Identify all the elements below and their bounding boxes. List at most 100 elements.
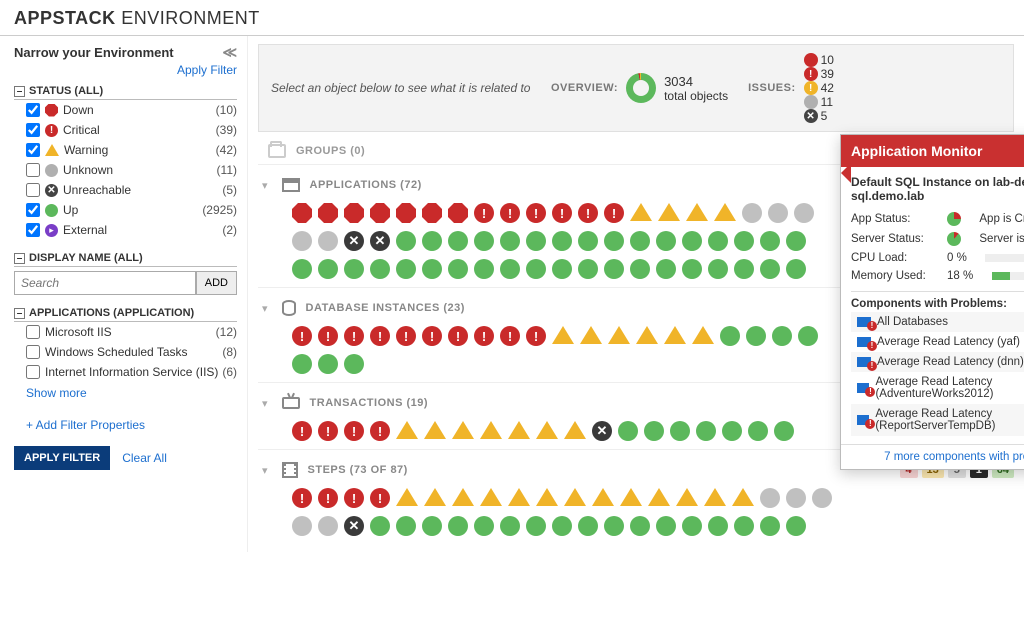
issue-item[interactable]: !39 [804, 67, 834, 81]
node-up[interactable] [604, 231, 624, 251]
node-warning[interactable] [620, 488, 642, 506]
app-checkbox[interactable] [26, 345, 40, 359]
node-warning[interactable] [658, 203, 680, 221]
node-critical[interactable]: ! [578, 203, 598, 223]
node-up[interactable] [474, 516, 494, 536]
node-up[interactable] [734, 516, 754, 536]
node-up[interactable] [708, 259, 728, 279]
node-critical[interactable]: ! [318, 488, 338, 508]
node-warning[interactable] [704, 488, 726, 506]
node-critical[interactable]: ! [344, 421, 364, 441]
status-filter-row[interactable]: !Critical (39) [14, 120, 237, 140]
node-up[interactable] [670, 421, 690, 441]
node-warning[interactable] [452, 421, 474, 439]
status-filter-row[interactable]: ✕Unreachable (5) [14, 180, 237, 200]
node-up[interactable] [604, 259, 624, 279]
node-warning[interactable] [564, 488, 586, 506]
node-up[interactable] [422, 259, 442, 279]
node-warning[interactable] [396, 488, 418, 506]
node-warning[interactable] [686, 203, 708, 221]
status-filter-row[interactable]: Down (10) [14, 100, 237, 120]
node-up[interactable] [578, 516, 598, 536]
node-up[interactable] [474, 231, 494, 251]
node-up[interactable] [630, 231, 650, 251]
status-checkbox[interactable] [26, 203, 40, 217]
app-filter-row[interactable]: Internet Information Service (IIS) (6) [14, 362, 237, 382]
node-critical[interactable]: ! [318, 421, 338, 441]
app-filter-row[interactable]: Microsoft IIS (12) [14, 322, 237, 342]
node-unknown[interactable] [760, 488, 780, 508]
node-warning[interactable] [636, 326, 658, 344]
node-warning[interactable] [424, 488, 446, 506]
status-filter-row[interactable]: ▸External (2) [14, 220, 237, 240]
node-up[interactable] [696, 421, 716, 441]
node-up[interactable] [682, 259, 702, 279]
node-unreachable[interactable]: ✕ [344, 231, 364, 251]
node-up[interactable] [422, 231, 442, 251]
node-warning[interactable] [508, 488, 530, 506]
node-warning[interactable] [592, 488, 614, 506]
node-unreachable[interactable]: ✕ [370, 231, 390, 251]
node-up[interactable] [760, 516, 780, 536]
component-problem-row[interactable]: Average Read Latency (AdventureWorks2012… [851, 372, 1024, 404]
app-filter-row[interactable]: Windows Scheduled Tasks (8) [14, 342, 237, 362]
facet-applications-title[interactable]: – APPLICATIONS (APPLICATION) [14, 305, 237, 322]
node-warning[interactable] [552, 326, 574, 344]
node-unknown[interactable] [812, 488, 832, 508]
component-problem-row[interactable]: Average Read Latency (dnn) [851, 352, 1024, 372]
node-unknown[interactable] [318, 231, 338, 251]
node-up[interactable] [722, 421, 742, 441]
node-up[interactable] [656, 231, 676, 251]
node-critical[interactable]: ! [292, 488, 312, 508]
node-up[interactable] [720, 326, 740, 346]
node-up[interactable] [734, 259, 754, 279]
node-critical[interactable]: ! [292, 421, 312, 441]
node-up[interactable] [578, 259, 598, 279]
node-unknown[interactable] [292, 231, 312, 251]
facet-displayname-title[interactable]: – DISPLAY NAME (ALL) [14, 250, 237, 267]
node-up[interactable] [448, 231, 468, 251]
show-more-link[interactable]: Show more [14, 382, 87, 404]
node-down[interactable] [370, 203, 390, 223]
node-up[interactable] [370, 259, 390, 279]
node-critical[interactable]: ! [474, 326, 494, 346]
node-critical[interactable]: ! [500, 203, 520, 223]
node-warning[interactable] [424, 421, 446, 439]
node-up[interactable] [760, 231, 780, 251]
node-up[interactable] [748, 421, 768, 441]
node-critical[interactable]: ! [396, 326, 416, 346]
node-warning[interactable] [508, 421, 530, 439]
node-critical[interactable]: ! [370, 488, 390, 508]
search-input[interactable] [14, 271, 196, 295]
node-up[interactable] [344, 354, 364, 374]
node-warning[interactable] [714, 203, 736, 221]
node-up[interactable] [292, 354, 312, 374]
node-warning[interactable] [732, 488, 754, 506]
node-critical[interactable]: ! [422, 326, 442, 346]
node-up[interactable] [552, 516, 572, 536]
node-up[interactable] [604, 516, 624, 536]
component-problem-row[interactable]: Average Read Latency (ReportServerTempDB… [851, 404, 1024, 436]
node-warning[interactable] [564, 421, 586, 439]
status-checkbox[interactable] [26, 223, 40, 237]
component-problem-row[interactable]: All Databases [851, 312, 1024, 332]
node-up[interactable] [682, 516, 702, 536]
node-up[interactable] [630, 516, 650, 536]
node-critical[interactable]: ! [474, 203, 494, 223]
node-up[interactable] [774, 421, 794, 441]
node-down[interactable] [448, 203, 468, 223]
node-up[interactable] [708, 231, 728, 251]
node-warning[interactable] [396, 421, 418, 439]
issue-item[interactable]: !42 [804, 81, 834, 95]
node-critical[interactable]: ! [344, 326, 364, 346]
status-filter-row[interactable]: Up (2925) [14, 200, 237, 220]
app-checkbox[interactable] [26, 325, 40, 339]
component-problem-row[interactable]: Average Read Latency (yaf) [851, 332, 1024, 352]
node-warning[interactable] [664, 326, 686, 344]
node-up[interactable] [396, 231, 416, 251]
node-unreachable[interactable]: ✕ [592, 421, 612, 441]
node-unknown[interactable] [742, 203, 762, 223]
node-warning[interactable] [536, 421, 558, 439]
node-up[interactable] [786, 259, 806, 279]
node-critical[interactable]: ! [604, 203, 624, 223]
